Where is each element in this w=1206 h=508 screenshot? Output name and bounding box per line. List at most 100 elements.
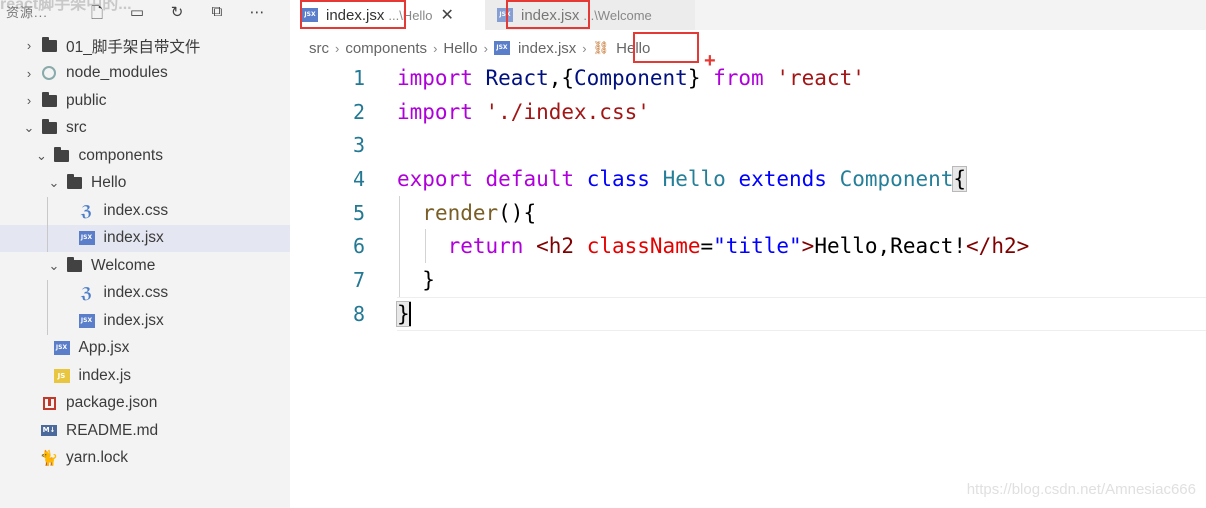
- text-cursor: [409, 301, 411, 326]
- line-number: 5: [352, 200, 365, 225]
- close-icon[interactable]: ✕: [440, 5, 453, 25]
- folder-icon: [66, 174, 82, 190]
- chevron-right-icon: ›: [335, 40, 340, 56]
- yarn-glyph: 🐈: [39, 450, 59, 468]
- code-line: 3: [290, 128, 1206, 162]
- tree-item-label: Hello: [91, 174, 127, 192]
- tree-item-label: index.js: [78, 366, 132, 384]
- watermark: https://blog.csdn.net/Amnesiac666: [966, 481, 1196, 498]
- tree-item-package-json[interactable]: package.json: [0, 390, 290, 418]
- tree-item-label: index.jsx: [103, 229, 164, 247]
- more-icon[interactable]: ⋯: [248, 3, 266, 28]
- tree-item-01-[interactable]: › 01_脚手架自带文件: [0, 32, 290, 60]
- code-text: return <h2 className="title">Hello,React…: [447, 234, 1030, 259]
- folder-icon: [66, 256, 82, 273]
- chevron-right-icon[interactable]: ›: [22, 38, 36, 53]
- code-line: 4 export default class Hello extends Com…: [290, 162, 1206, 196]
- code-text: }: [396, 300, 411, 327]
- class-symbol-icon: ⛓: [592, 40, 610, 55]
- breadcrumb-item-hello-folder[interactable]: Hello: [443, 40, 477, 57]
- node-modules-shape: [42, 66, 56, 81]
- chevron-down-icon[interactable]: ⌄: [22, 120, 36, 136]
- code-line: 2 import './index.css': [290, 95, 1206, 129]
- breadcrumb-item-components[interactable]: components: [345, 40, 427, 57]
- folder-shape: [41, 119, 57, 135]
- line-number: 6: [352, 234, 365, 259]
- explorer-actions: 🗋 ▭ ↻ ⧉ ⋯: [88, 3, 266, 28]
- tree-item-readme-md[interactable]: M↓ README.md: [0, 417, 290, 445]
- chevron-right-icon[interactable]: ›: [22, 66, 36, 81]
- tree-item-label: package.json: [66, 394, 158, 412]
- tree-item-components[interactable]: ⌄ components: [0, 142, 290, 170]
- code-line: 6 return <h2 className="title">Hello,Rea…: [290, 229, 1206, 264]
- tree-item-hello[interactable]: ⌄ Hello: [0, 170, 290, 198]
- code-line: 7 }: [290, 263, 1206, 298]
- annotation-box-active-tab: [300, 0, 406, 29]
- collapse-all-icon[interactable]: ⧉: [208, 3, 226, 28]
- line-number: 4: [352, 166, 365, 191]
- chevron-down-icon[interactable]: ⌄: [47, 258, 61, 274]
- chevron-down-icon[interactable]: ⌄: [35, 148, 49, 164]
- tree-item-index-js[interactable]: JS index.js: [0, 362, 290, 390]
- breadcrumb: src › components › Hello › JSX index.jsx…: [309, 37, 650, 59]
- css-glyph: ℨ: [80, 201, 93, 220]
- jsx-file-icon: JSX: [78, 313, 95, 328]
- tree-item-node-modules[interactable]: › node_modules: [0, 60, 290, 88]
- chevron-right-icon: ›: [433, 40, 438, 56]
- tree-indent-guide: [47, 197, 48, 225]
- new-folder-icon[interactable]: ▭: [128, 3, 146, 28]
- tree-item-label: README.md: [66, 421, 159, 439]
- code-text: }: [397, 267, 435, 292]
- css-file-icon: ℨ: [79, 284, 95, 303]
- code-line: 5 render(){: [290, 195, 1206, 230]
- tree-indent-guide: [47, 224, 48, 252]
- folder-icon: [41, 119, 57, 135]
- line-number: 8: [352, 301, 365, 326]
- jsx-glyph: JSX: [53, 341, 70, 356]
- chevron-down-icon[interactable]: ⌄: [47, 175, 61, 191]
- explorer-sidebar: react脚手架中的... 资源... 🗋 ▭ ↻ ⧉ ⋯ › 01_脚手架自带文件 › no…: [0, 0, 290, 508]
- tree-item-label: index.jsx: [103, 311, 164, 329]
- code-text: import React,{Component} from 'react': [397, 65, 865, 90]
- jsx-file-icon: JSX: [53, 341, 70, 356]
- tree-item-index-jsx[interactable]: JSX index.jsx: [0, 307, 290, 335]
- tree-item-yarn-lock[interactable]: 🐈 yarn.lock: [0, 445, 290, 473]
- js-glyph: JS: [53, 368, 70, 383]
- file-tree: › 01_脚手架自带文件 › node_modules › public ⌄ src ⌄ comp…: [0, 32, 290, 472]
- tree-item-welcome[interactable]: ⌄ Welcome: [0, 252, 290, 280]
- markdown-icon: M↓: [41, 424, 57, 438]
- css-glyph: ℨ: [80, 284, 93, 303]
- tree-item-public[interactable]: › public: [0, 87, 290, 115]
- css-file-icon: ℨ: [79, 201, 95, 220]
- tree-item-label: yarn.lock: [66, 449, 129, 467]
- chevron-right-icon: ›: [582, 40, 587, 56]
- new-file-icon[interactable]: 🗋: [88, 3, 106, 28]
- tree-item-label: public: [66, 91, 107, 109]
- tree-item-index-css[interactable]: ℨindex.css: [0, 197, 290, 225]
- tree-item-index-css[interactable]: ℨindex.css: [0, 279, 290, 307]
- tree-item-label: src: [66, 119, 87, 137]
- tree-item-label: App.jsx: [78, 339, 130, 357]
- jsx-glyph: JSX: [78, 231, 95, 246]
- tree-item-label: index.css: [103, 284, 169, 302]
- jsx-file-icon: JSX: [78, 231, 95, 246]
- chevron-right-icon[interactable]: ›: [22, 93, 36, 108]
- tree-item-label: Welcome: [91, 256, 156, 274]
- tab-description: ...\Welcome: [583, 7, 652, 23]
- tree-item-label: index.css: [103, 201, 169, 219]
- tree-item-label: 01_脚手架自带文件: [66, 38, 201, 56]
- breadcrumb-item-src[interactable]: src: [309, 40, 329, 57]
- chevron-right-icon: ›: [483, 40, 488, 56]
- folder-shape: [66, 256, 82, 272]
- yarn-icon: 🐈: [39, 450, 59, 468]
- refresh-icon[interactable]: ↻: [168, 3, 186, 28]
- line-number: 2: [352, 99, 365, 124]
- tree-item-src[interactable]: ⌄ src: [0, 115, 290, 143]
- tab-bar: JSX index.jsx ...\Hello ✕ JSX index.jsx …: [290, 0, 1206, 30]
- tree-item-app-jsx[interactable]: JSX App.jsx: [0, 335, 290, 363]
- folder-shape: [54, 146, 69, 162]
- tree-item-index-jsx[interactable]: JSX index.jsx: [0, 224, 290, 252]
- breadcrumb-item-file[interactable]: index.jsx: [518, 40, 576, 57]
- code-editor[interactable]: 1 import React,{Component} from 'react' …: [290, 61, 1206, 331]
- folder-icon: [41, 91, 57, 108]
